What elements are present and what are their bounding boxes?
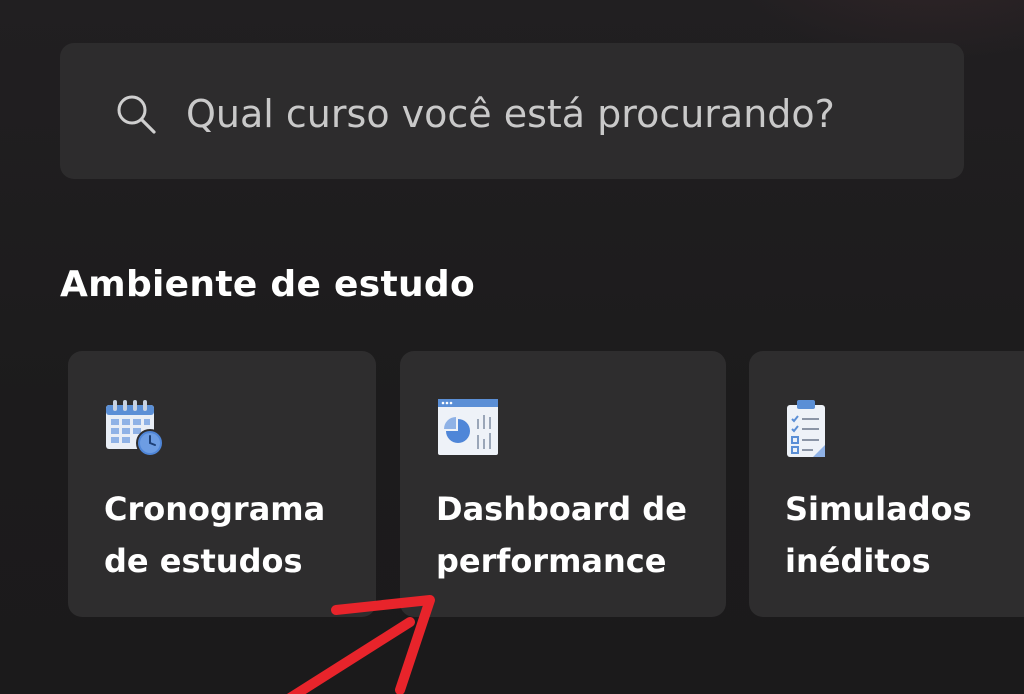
dashboard-chart-icon bbox=[438, 399, 498, 455]
search-icon bbox=[117, 95, 156, 134]
clipboard-checklist-icon bbox=[787, 400, 825, 457]
card-label: Simulados inéditos bbox=[785, 490, 972, 580]
calendar-clock-icon bbox=[106, 400, 164, 457]
card-label: Dashboard de performance bbox=[436, 490, 687, 580]
annotation-arrow-icon bbox=[287, 595, 435, 694]
card-label: Cronograma de estudos bbox=[104, 490, 326, 580]
page: Ambiente de estudo Cronograma de estudos bbox=[0, 0, 1024, 694]
section-title: Ambiente de estudo bbox=[60, 264, 475, 305]
card-dashboard-de-performance[interactable]: Dashboard de performance bbox=[400, 351, 726, 617]
search-input[interactable] bbox=[186, 88, 926, 140]
card-cronograma-de-estudos[interactable]: Cronograma de estudos bbox=[68, 351, 376, 617]
card-simulados-ineditos[interactable]: Simulados inéditos bbox=[749, 351, 1024, 617]
